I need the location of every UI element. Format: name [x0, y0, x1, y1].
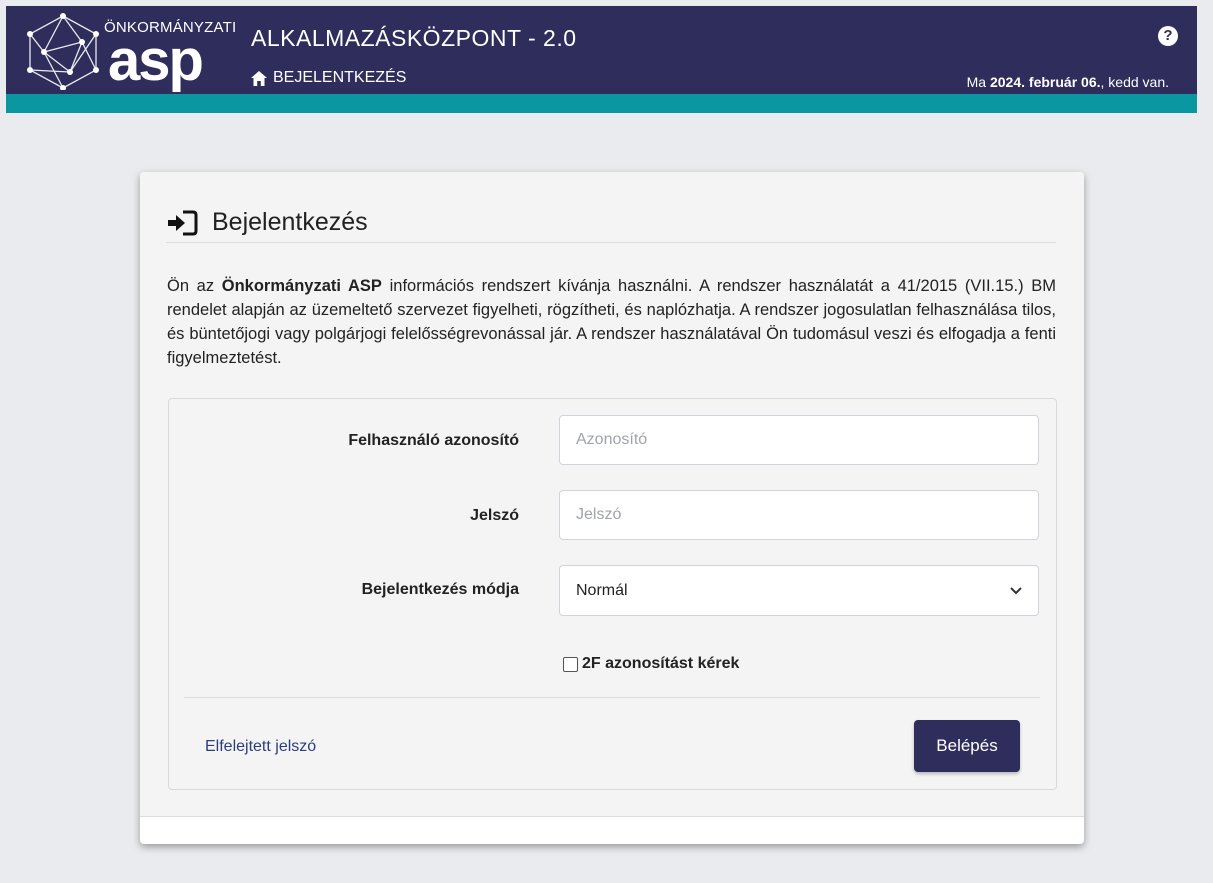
password-label: Jelszó: [470, 507, 519, 524]
warning-text: Ön az Önkormányzati ASP információs rend…: [167, 274, 1056, 370]
login-card: Bejelentkezés Ön az Önkormányzati ASP in…: [140, 172, 1084, 844]
password-input[interactable]: [559, 490, 1039, 540]
login-mode-value: Normál: [576, 581, 628, 599]
breadcrumb[interactable]: BEJELENTKEZÉS: [251, 69, 406, 87]
login-card-body: Bejelentkezés Ön az Önkormányzati ASP in…: [140, 172, 1084, 817]
accent-bar: [6, 94, 1197, 113]
network-logo-icon: [27, 13, 99, 90]
intro-part-1: Ön az: [167, 277, 222, 295]
username-label: Felhasználó azonosító: [348, 432, 519, 449]
login-button[interactable]: Belépés: [914, 720, 1020, 772]
intro-bold: Önkormányzati ASP: [221, 277, 382, 295]
current-date: Ma 2024. február 06., kedd van.: [967, 74, 1169, 90]
twofa-option[interactable]: 2F azonosítást kérek: [563, 655, 739, 673]
chevron-down-icon: [1010, 586, 1022, 594]
breadcrumb-label: BEJELENTKEZÉS: [273, 69, 407, 86]
username-input[interactable]: [559, 415, 1039, 465]
date-prefix: Ma: [966, 74, 990, 90]
logo-main-text: asp: [108, 28, 204, 93]
help-icon[interactable]: ?: [1158, 26, 1178, 46]
login-icon: [168, 210, 198, 236]
page-title: Bejelentkezés: [212, 208, 368, 236]
twofa-label: 2F azonosítást kérek: [582, 655, 740, 672]
login-form: Felhasználó azonosító Jelszó Bejelentkez…: [168, 398, 1057, 790]
home-icon: [251, 70, 267, 86]
forgot-password-link[interactable]: Elfelejtett jelszó: [205, 738, 316, 756]
form-divider: [184, 697, 1040, 698]
twofa-checkbox[interactable]: [563, 656, 578, 672]
login-mode-select[interactable]: Normál: [559, 565, 1039, 616]
date-suffix: , kedd van.: [1100, 74, 1170, 90]
app-title: ALKALMAZÁSKÖZPONT - 2.0: [251, 25, 577, 51]
login-mode-label: Bejelentkezés módja: [361, 581, 519, 598]
date-value: 2024. február 06.: [989, 74, 1101, 90]
asp-logo[interactable]: ÖNKORMÁNYZATI asp: [24, 12, 236, 93]
login-heading: Bejelentkezés: [166, 208, 1056, 243]
top-header: ÖNKORMÁNYZATI asp ALKALMAZÁSKÖZPONT - 2.…: [6, 6, 1197, 94]
